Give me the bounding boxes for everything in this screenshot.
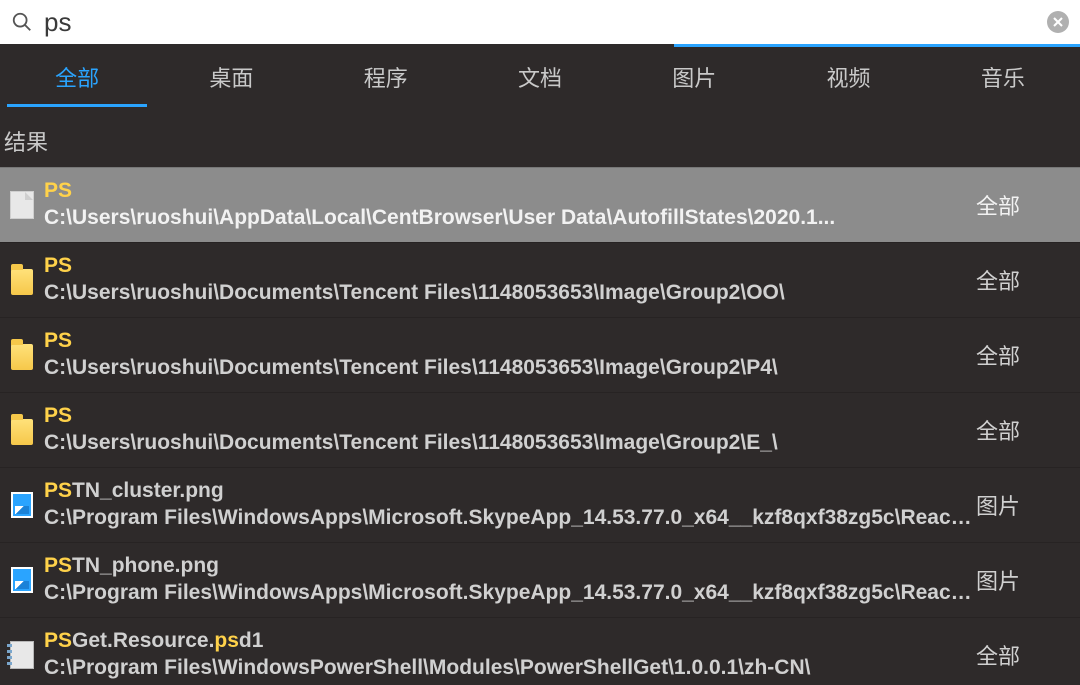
image-icon [0,468,40,542]
results-list: PSC:\Users\ruoshui\AppData\Local\CentBro… [0,167,1080,685]
tab-4[interactable]: 图片 [617,47,771,107]
result-title: PSGet.Resource.psd1 [44,627,972,654]
search-bar [0,0,1080,44]
result-row[interactable]: PSTN_cluster.pngC:\Program Files\Windows… [0,467,1080,542]
tab-label: 视频 [827,61,871,93]
result-row[interactable]: PSC:\Users\ruoshui\Documents\Tencent Fil… [0,317,1080,392]
result-path: C:\Users\ruoshui\AppData\Local\CentBrows… [44,204,972,232]
clear-button[interactable] [1036,0,1080,44]
result-text: PSTN_phone.pngC:\Program Files\WindowsAp… [40,544,976,616]
tab-label: 程序 [364,61,408,93]
close-icon [1047,11,1069,33]
tab-label: 音乐 [981,61,1025,93]
image-icon [0,543,40,617]
tab-3[interactable]: 文档 [463,47,617,107]
file-icon [0,168,40,242]
result-row[interactable]: PSTN_phone.pngC:\Program Files\WindowsAp… [0,542,1080,617]
tab-6[interactable]: 音乐 [926,47,1080,107]
result-path: C:\Users\ruoshui\Documents\Tencent Files… [44,429,972,457]
result-category: 全部 [976,414,1080,446]
tab-label: 文档 [518,61,562,93]
result-category: 全部 [976,639,1080,671]
result-text: PSTN_cluster.pngC:\Program Files\Windows… [40,469,976,541]
notepad-icon [0,618,40,685]
result-row[interactable]: PSC:\Users\ruoshui\AppData\Local\CentBro… [0,167,1080,242]
result-title: PS [44,327,972,354]
tab-label: 全部 [55,61,99,93]
result-category: 全部 [976,189,1080,221]
result-text: PSC:\Users\ruoshui\Documents\Tencent Fil… [40,394,976,466]
tab-label: 图片 [672,61,716,93]
result-path: C:\Program Files\WindowsApps\Microsoft.S… [44,579,972,607]
tab-5[interactable]: 视频 [771,47,925,107]
result-category: 全部 [976,264,1080,296]
results-heading: 结果 [0,107,1080,167]
folder-icon [0,243,40,317]
result-category: 全部 [976,339,1080,371]
result-title: PSTN_phone.png [44,552,972,579]
result-title: PSTN_cluster.png [44,477,972,504]
result-row[interactable]: PSC:\Users\ruoshui\Documents\Tencent Fil… [0,242,1080,317]
result-path: C:\Program Files\WindowsPowerShell\Modul… [44,654,972,682]
tab-bar: 全部 桌面 程序 文档 图片 视频 音乐 [0,47,1080,107]
tab-1[interactable]: 桌面 [154,47,308,107]
folder-icon [0,318,40,392]
result-text: PSC:\Users\ruoshui\Documents\Tencent Fil… [40,319,976,391]
tab-label: 桌面 [209,61,253,93]
result-category: 图片 [976,489,1080,521]
result-row[interactable]: PSGet.Resource.psd1C:\Program Files\Wind… [0,617,1080,685]
result-title: PS [44,402,972,429]
search-icon [0,0,44,44]
result-row[interactable]: PSC:\Users\ruoshui\Documents\Tencent Fil… [0,392,1080,467]
result-path: C:\Users\ruoshui\Documents\Tencent Files… [44,279,972,307]
search-input[interactable] [44,7,1036,38]
result-path: C:\Users\ruoshui\Documents\Tencent Files… [44,354,972,382]
result-text: PSC:\Users\ruoshui\AppData\Local\CentBro… [40,169,976,241]
result-title: PS [44,177,972,204]
tab-2[interactable]: 程序 [309,47,463,107]
tab-0[interactable]: 全部 [0,47,154,107]
result-title: PS [44,252,972,279]
folder-icon [0,393,40,467]
result-text: PSC:\Users\ruoshui\Documents\Tencent Fil… [40,244,976,316]
result-path: C:\Program Files\WindowsApps\Microsoft.S… [44,504,972,532]
result-text: PSGet.Resource.psd1C:\Program Files\Wind… [40,619,976,685]
result-category: 图片 [976,564,1080,596]
